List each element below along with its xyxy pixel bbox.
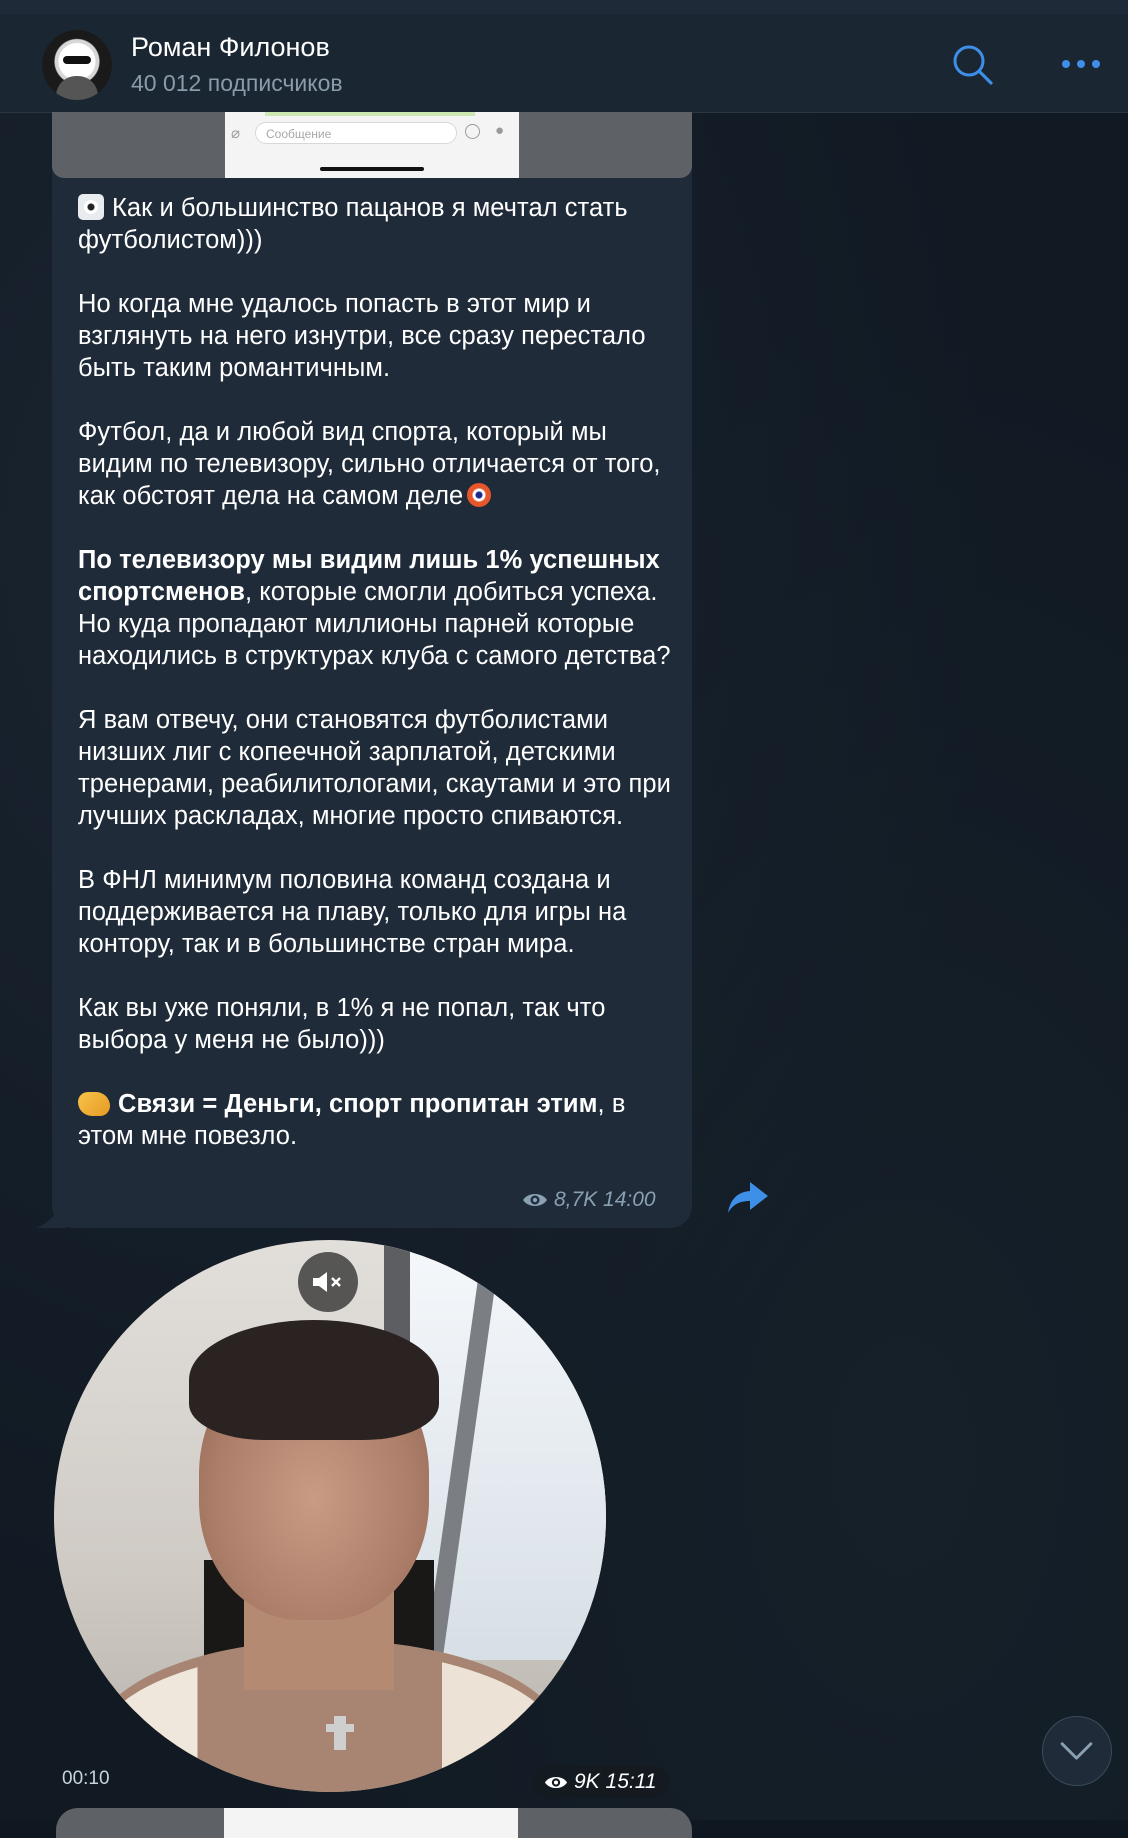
paragraph-5: Я вам отвечу, они становятся футболистам… bbox=[78, 706, 671, 830]
post-image[interactable]: ⌀ Сообщение ● bbox=[52, 112, 692, 178]
video-time: 15:11 bbox=[605, 1770, 657, 1793]
phone-screenshot: ⌀ Сообщение ● bbox=[225, 112, 519, 178]
status-strip bbox=[0, 0, 1128, 14]
post-time: 14:00 bbox=[603, 1188, 656, 1211]
more-button[interactable] bbox=[1056, 44, 1106, 84]
video-view-count: 9K bbox=[574, 1770, 600, 1793]
soccer-ball-icon bbox=[78, 194, 104, 220]
nazar-amulet-icon bbox=[467, 483, 492, 507]
post-text: Как и большинство пацанов я мечтал стать… bbox=[78, 192, 678, 1152]
forward-button[interactable] bbox=[726, 1180, 770, 1216]
mic-icon: ● bbox=[495, 122, 505, 139]
video-person-hair bbox=[189, 1320, 439, 1440]
share-arrow-icon bbox=[728, 1182, 768, 1213]
video-duration: 00:10 bbox=[62, 1768, 110, 1789]
post-meta: 8,7K 14:00 bbox=[522, 1188, 656, 1212]
paragraph-8-bold: Связи = Деньги, спорт пропитан этим bbox=[118, 1090, 598, 1118]
paragraph-7: Как вы уже поняли, в 1% я не попал, так … bbox=[78, 994, 606, 1054]
handshake-icon bbox=[78, 1092, 110, 1116]
more-icon bbox=[1062, 60, 1100, 68]
channel-title[interactable]: Роман Филонов bbox=[131, 32, 330, 63]
chat-header: Роман Филонов 40 012 подписчиков bbox=[0, 14, 1128, 113]
next-post-screenshot bbox=[224, 1808, 518, 1838]
paragraph-2: Но когда мне удалось попасть в этот мир … bbox=[78, 290, 646, 382]
paperclip-icon: ⌀ bbox=[231, 125, 241, 142]
video-meta: 9K 15:11 bbox=[532, 1766, 669, 1798]
screenshot-bubble bbox=[265, 112, 475, 116]
subscriber-count: 40 012 подписчиков bbox=[131, 70, 343, 96]
video-cross-pendant bbox=[334, 1716, 346, 1750]
video-message[interactable] bbox=[54, 1240, 606, 1792]
chevron-down-icon bbox=[1060, 1742, 1093, 1760]
next-post-image[interactable] bbox=[56, 1808, 692, 1838]
sticker-icon bbox=[465, 124, 480, 139]
view-count: 8,7K bbox=[554, 1188, 598, 1211]
paragraph-6: В ФНЛ минимум половина команд создана и … bbox=[78, 866, 627, 958]
unmute-button[interactable] bbox=[298, 1252, 358, 1312]
avatar-body bbox=[56, 76, 98, 100]
paragraph-3: Футбол, да и любой вид спорта, который м… bbox=[78, 418, 661, 510]
avatar-glasses bbox=[63, 56, 91, 64]
search-icon bbox=[953, 45, 993, 85]
eye-icon bbox=[544, 1776, 568, 1788]
eye-icon bbox=[523, 1194, 547, 1206]
search-button[interactable] bbox=[950, 42, 996, 88]
channel-avatar[interactable] bbox=[42, 30, 112, 100]
scroll-down-button[interactable] bbox=[1042, 1716, 1112, 1786]
channel-post[interactable]: ⌀ Сообщение ● Как и большинство пацанов … bbox=[52, 112, 692, 1228]
home-indicator bbox=[320, 167, 424, 171]
video-cross-pendant-bar bbox=[326, 1724, 354, 1732]
muted-speaker-icon bbox=[313, 1272, 341, 1292]
paragraph-1: Как и большинство пацанов я мечтал стать… bbox=[78, 194, 628, 254]
screenshot-input: Сообщение bbox=[255, 122, 457, 144]
